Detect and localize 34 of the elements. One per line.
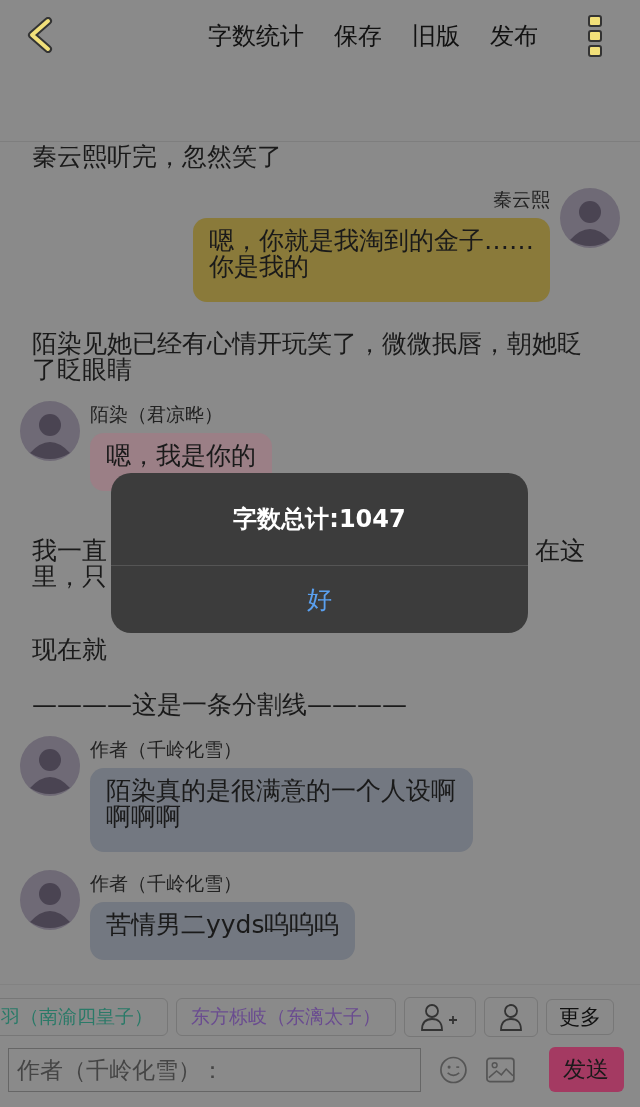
message-bubble: 嗯，你就是我淘到的金子…… 你是我的 — [193, 218, 550, 302]
nav-action[interactable]: 发布 — [490, 20, 538, 52]
sender-name: 秦云熙 — [493, 188, 550, 210]
nav-action[interactable]: 字数统计 — [208, 20, 304, 52]
emoji-icon[interactable] — [438, 1054, 468, 1085]
sender-name: 陌染（君凉晔） — [90, 403, 223, 425]
sender-name: 作者（千岭化雪） — [90, 872, 242, 894]
narration-text: 秦云熙听完，忽然笑了 — [32, 144, 283, 170]
narration-text: 我一直 — [32, 538, 107, 564]
ok-button[interactable]: 好 — [111, 566, 528, 633]
avatar — [20, 870, 80, 930]
narration-text: ————这是一条分割线———— — [32, 692, 408, 718]
narration-text: 陌染见她已经有心情开玩笑了，微微抿唇，朝她眨了眨眼睛 — [32, 331, 583, 383]
message-bubble: 苦情男二yyds呜呜呜 — [90, 902, 356, 960]
send-button[interactable]: 发送 — [548, 1047, 624, 1092]
add-person-icon — [420, 1003, 460, 1031]
message-input[interactable]: 作者（千岭化雪）： — [8, 1047, 421, 1092]
add-role-button[interactable] — [404, 997, 476, 1037]
narration-text: 在这 — [535, 538, 585, 564]
sender-name: 作者（千岭化雪） — [90, 738, 242, 760]
more-button[interactable]: 更多 — [546, 999, 614, 1035]
more-icon[interactable] — [588, 15, 602, 57]
narration-text: 现在就 — [32, 637, 107, 663]
narration-text: 里，只 — [32, 564, 107, 590]
dialog-title: 字数总计:1047 — [111, 473, 528, 566]
person-icon — [499, 1003, 523, 1031]
avatar — [20, 401, 80, 461]
avatar — [560, 188, 620, 248]
image-icon[interactable] — [485, 1056, 515, 1083]
message-bubble: 陌染真的是很满意的一个人设啊啊啊啊 — [90, 768, 473, 852]
role-button[interactable] — [484, 997, 538, 1037]
avatar — [20, 736, 80, 796]
nav-action[interactable]: 保存 — [334, 20, 382, 52]
nav-action[interactable]: 旧版 — [412, 20, 460, 52]
